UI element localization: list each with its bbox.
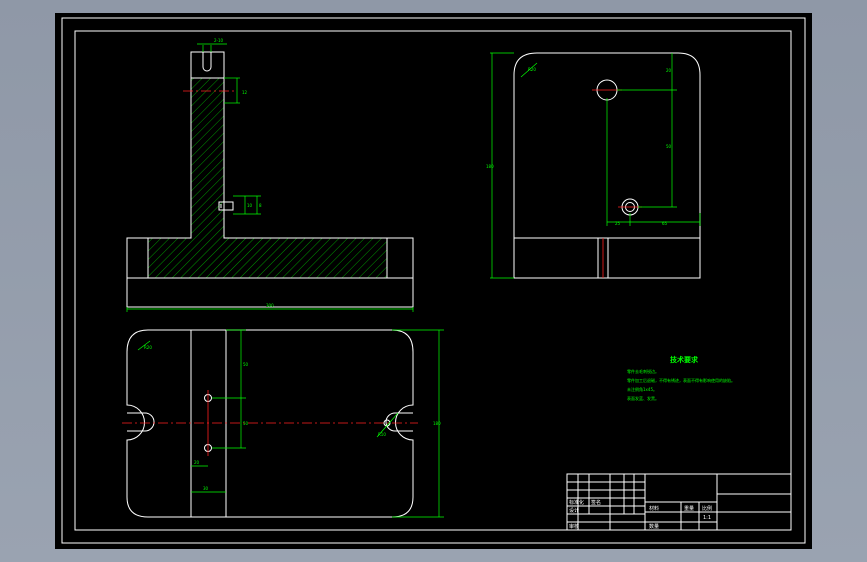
tb-scale-value: 1:1 xyxy=(703,515,711,521)
top-slot xyxy=(202,52,212,72)
technical-requirements: 技术要求 零件去毛刺锐边。 零件加工后退磁，不得有锈迹，表面不得有影响使用的缺陷… xyxy=(627,355,735,401)
cad-drawing: 2-10 12 10 8 300 180 R20 20 50 25 65 R20… xyxy=(61,17,806,544)
top-dim-right: 180 xyxy=(433,421,441,426)
right-ear xyxy=(386,237,414,279)
tb-label-qty: 数量 xyxy=(649,523,659,530)
side-dim-mid: 50 xyxy=(666,144,672,149)
title-block: 标准化 签名 设计 审核 材料 重量 比例 1:1 数量 xyxy=(566,473,792,531)
front-dim-bottom: 300 xyxy=(266,303,274,308)
top-dim-slot: R10 xyxy=(378,432,386,437)
base-hatch xyxy=(148,238,387,278)
tb-label-check: 审核 xyxy=(569,523,579,530)
left-slot xyxy=(127,412,155,432)
front-dim-right-lower: 8 xyxy=(259,203,262,208)
top-dim-bottom: 30 xyxy=(203,486,209,491)
tb-label-std: 标准化 xyxy=(569,499,584,506)
tb-label-design: 设计 xyxy=(569,507,579,514)
top-dim-radius: R20 xyxy=(144,345,152,350)
side-dim-top: 20 xyxy=(666,68,672,73)
side-dim-radius: R20 xyxy=(528,67,536,72)
top-dim-left-small: 20 xyxy=(194,460,200,465)
tech-req-line-1: 零件去毛刺锐边。 xyxy=(627,368,659,374)
front-dim-top: 2-10 xyxy=(214,38,224,43)
top-dim-v2: 50 xyxy=(243,421,249,426)
left-ear xyxy=(126,237,149,279)
front-dim-right-upper: 12 xyxy=(242,90,248,95)
tb-label-scale: 比例 xyxy=(702,505,712,512)
side-dim-bottom-left: 25 xyxy=(615,221,621,226)
drawing-area[interactable]: 2-10 12 10 8 300 180 R20 20 50 25 65 R20… xyxy=(55,13,812,549)
top-dim-v1: 50 xyxy=(243,362,249,367)
outer-frame xyxy=(61,17,806,544)
tech-req-title: 技术要求 xyxy=(670,355,699,364)
tb-label-material: 材料 xyxy=(649,505,659,512)
tech-req-line-2: 零件加工后退磁，不得有锈迹，表面不得有影响使用的缺陷。 xyxy=(627,377,735,383)
side-dim-left: 180 xyxy=(486,164,494,169)
tb-label-sign: 签名 xyxy=(591,499,601,506)
top-outline xyxy=(126,329,414,518)
tech-req-line-4: 表面发蓝、发黑。 xyxy=(627,395,659,401)
side-view: 180 R20 20 50 25 65 xyxy=(486,52,701,279)
stem-hatch xyxy=(191,78,224,238)
tech-req-line-3: 未注倒角1x45。 xyxy=(627,386,657,392)
front-view: 2-10 12 10 8 300 xyxy=(126,38,414,312)
side-dim-bottom-right: 65 xyxy=(662,221,668,226)
front-dim-mid: 10 xyxy=(247,203,253,208)
top-view: R20 50 50 20 30 180 R10 xyxy=(122,329,444,518)
inner-frame xyxy=(74,30,792,531)
tb-label-weight: 重量 xyxy=(684,505,694,512)
